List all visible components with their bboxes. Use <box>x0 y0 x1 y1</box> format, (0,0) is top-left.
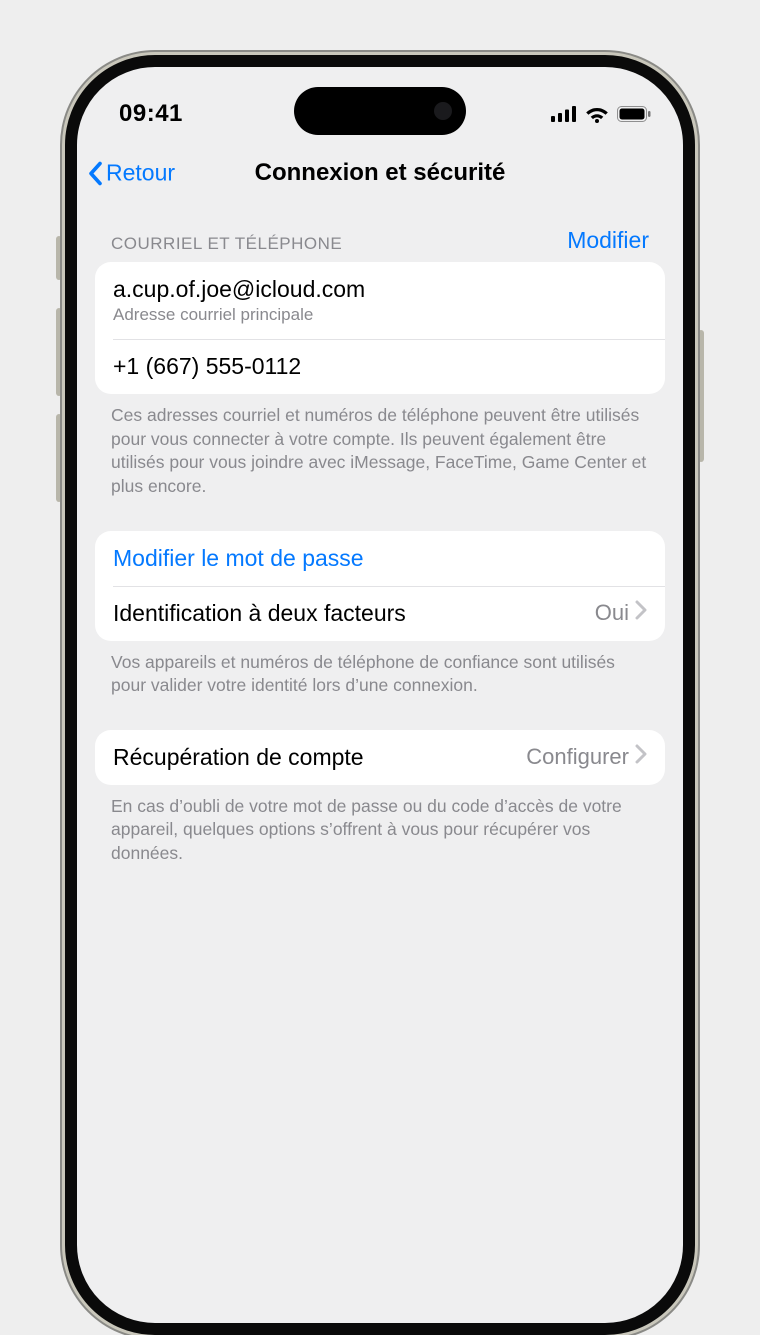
phone-side-button <box>56 308 62 396</box>
dynamic-island <box>294 87 466 135</box>
phone-value: +1 (667) 555-0112 <box>113 353 647 380</box>
email-subtitle: Adresse courriel principale <box>113 305 647 325</box>
status-time: 09:41 <box>119 100 183 128</box>
two-factor-value: Oui <box>595 600 629 626</box>
battery-icon <box>617 106 651 122</box>
recovery-card: Récupération de compte Configurer <box>95 730 665 785</box>
email-phone-card: a.cup.of.joe@icloud.com Adresse courriel… <box>95 262 665 394</box>
edit-button[interactable]: Modifier <box>567 227 649 254</box>
phone-side-button <box>56 236 62 280</box>
email-row[interactable]: a.cup.of.joe@icloud.com Adresse courriel… <box>95 262 665 339</box>
content: COURRIEL ET TÉLÉPHONE Modifier a.cup.of.… <box>77 201 683 866</box>
phone-frame: 09:41 Retour Connexion et sécurité COURR… <box>65 55 695 1335</box>
recovery-value: Configurer <box>526 744 629 770</box>
two-factor-value-container: Oui <box>595 600 647 626</box>
section-label: COURRIEL ET TÉLÉPHONE <box>111 234 342 254</box>
chevron-left-icon <box>87 160 104 186</box>
chevron-right-icon <box>635 600 647 626</box>
section-footer: Ces adresses courriel et numéros de télé… <box>95 394 665 499</box>
account-recovery-row[interactable]: Récupération de compte Configurer <box>95 730 665 785</box>
cellular-icon <box>551 106 577 122</box>
change-password-label: Modifier le mot de passe <box>113 545 647 572</box>
phone-side-button <box>698 330 704 462</box>
recovery-label: Récupération de compte <box>113 744 364 771</box>
two-factor-label: Identification à deux facteurs <box>113 600 406 627</box>
password-card: Modifier le mot de passe Identification … <box>95 531 665 641</box>
nav-bar: Retour Connexion et sécurité <box>77 145 683 201</box>
section-footer: Vos appareils et numéros de téléphone de… <box>95 641 665 698</box>
status-icons <box>551 105 651 123</box>
two-factor-row[interactable]: Identification à deux facteurs Oui <box>95 586 665 641</box>
recovery-value-container: Configurer <box>526 744 647 770</box>
section-footer: En cas d’oubli de votre mot de passe ou … <box>95 785 665 866</box>
phone-side-button <box>56 414 62 502</box>
section-header-email-phone: COURRIEL ET TÉLÉPHONE Modifier <box>95 211 665 262</box>
back-button[interactable]: Retour <box>87 160 175 187</box>
phone-row[interactable]: +1 (667) 555-0112 <box>95 339 665 394</box>
chevron-right-icon <box>635 744 647 770</box>
back-label: Retour <box>106 160 175 187</box>
wifi-icon <box>585 105 609 123</box>
page-title: Connexion et sécurité <box>255 159 506 187</box>
email-value: a.cup.of.joe@icloud.com <box>113 276 647 303</box>
change-password-row[interactable]: Modifier le mot de passe <box>95 531 665 586</box>
